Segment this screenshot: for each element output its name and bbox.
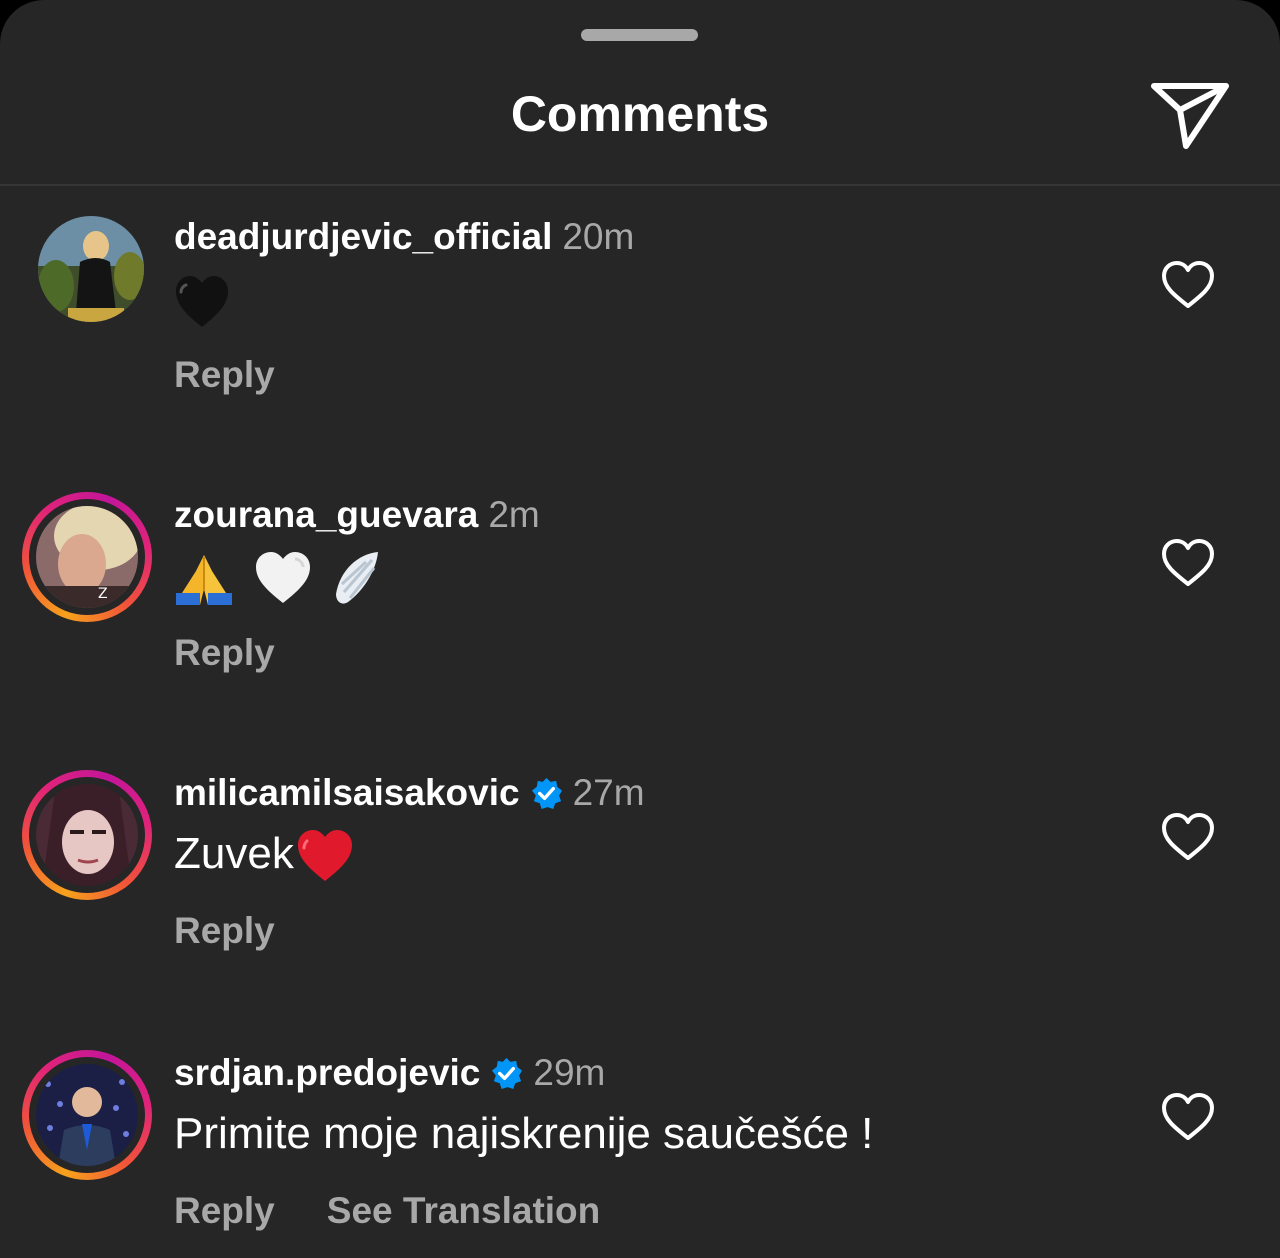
comment-time: 27m [572, 772, 645, 813]
white-heart-emoji [256, 552, 311, 604]
paper-plane-icon[interactable] [1148, 78, 1232, 150]
avatar[interactable]: Z [36, 506, 138, 608]
comment-item: deadjurdjevic_official 20m Reply [0, 214, 1280, 454]
reply-button[interactable]: Reply [174, 1190, 275, 1231]
comment-username[interactable]: milicamilsaisakovic 27m [174, 770, 645, 816]
avatar[interactable] [36, 784, 138, 886]
sheet-title: Comments [510, 86, 770, 142]
comment-time: 29m [533, 1052, 606, 1093]
verified-badge-icon [531, 777, 562, 810]
drag-handle[interactable] [581, 29, 698, 41]
comment-time: 20m [562, 216, 635, 257]
comments-sheet: Comments deadjurdjevic_official 20m Repl… [0, 0, 1280, 1258]
comment-username[interactable]: zourana_guevara 2m [174, 492, 540, 538]
verified-badge-icon [492, 1057, 523, 1090]
heart-outline-icon[interactable] [1160, 538, 1216, 588]
comment-text [174, 272, 230, 329]
comment-text: Primite moje najiskrenije saučešće ! [174, 1109, 874, 1158]
comment-actions: Reply [174, 352, 327, 398]
comment-item: Z zourana_guevara 2m Reply [0, 492, 1280, 732]
comment-text: Zuvek [174, 826, 354, 883]
comment-actions: Reply See Translation [174, 1188, 652, 1234]
header-divider [0, 184, 1280, 186]
avatar[interactable] [36, 1064, 138, 1166]
reply-button[interactable]: Reply [174, 910, 275, 951]
reply-button[interactable]: Reply [174, 354, 275, 395]
svg-text:Z: Z [98, 586, 108, 602]
see-translation-button[interactable]: See Translation [327, 1190, 601, 1231]
comment-item: srdjan.predojevic 29m Primite moje najis… [0, 1050, 1280, 1258]
comment-username[interactable]: srdjan.predojevic 29m [174, 1050, 605, 1096]
folded-hands-emoji [176, 555, 232, 606]
heart-outline-icon[interactable] [1160, 260, 1216, 310]
comment-username[interactable]: deadjurdjevic_official 20m [174, 214, 634, 260]
comment-time: 2m [488, 494, 540, 535]
comment-text [174, 548, 382, 608]
heart-outline-icon[interactable] [1160, 812, 1216, 862]
comment-actions: Reply [174, 630, 327, 676]
heart-outline-icon[interactable] [1160, 1092, 1216, 1142]
red-heart-emoji [297, 830, 352, 882]
comment-item: milicamilsaisakovic 27m Zuvek Reply [0, 770, 1280, 1010]
avatar[interactable] [38, 216, 144, 322]
comment-actions: Reply [174, 908, 327, 954]
wing-emoji [336, 552, 379, 604]
reply-button[interactable]: Reply [174, 632, 275, 673]
black-heart-emoji [176, 276, 228, 328]
